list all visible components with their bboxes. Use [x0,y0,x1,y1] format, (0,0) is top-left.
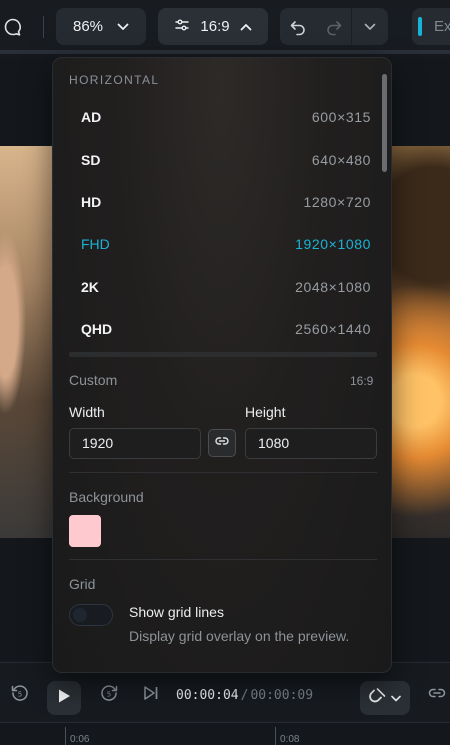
chevron-down-icon [391,689,401,707]
aspect-ratio-panel: HORIZONTAL AD 600×315 SD 640×480 HD 1280… [52,57,392,673]
rewind-icon[interactable]: 5 [10,683,30,703]
grid-toggle[interactable] [69,604,113,626]
chevron-down-icon [117,18,129,35]
ruler-tick: 0:08 [275,727,299,745]
preset-name: SD [81,152,101,168]
lock-aspect-button[interactable] [208,429,236,457]
divider [69,559,377,560]
grid-label: Grid [69,576,96,592]
link-icon [215,434,229,453]
undo-icon[interactable] [280,8,316,45]
svg-text:5: 5 [18,691,22,699]
preset-dimensions: 640×480 [311,152,371,168]
section-header-horizontal: HORIZONTAL [69,73,160,87]
grid-toggle-label: Show grid lines [129,604,224,620]
preset-sd[interactable]: SD 640×480 [69,142,371,178]
preset-name: 2K [81,279,99,295]
panel-scrollbar[interactable] [382,74,387,172]
snap-dropdown[interactable] [360,681,410,715]
preset-name: AD [81,109,102,125]
preset-name: FHD [81,236,110,252]
aspect-ratio-value: 16:9 [200,18,230,35]
top-toolbar: 86% 16:9 Ex [0,0,450,54]
grid-toggle-description: Display grid overlay on the preview. [129,628,350,644]
svg-text:5: 5 [107,691,111,699]
history-chevron-down-icon[interactable] [352,8,388,45]
total-time: 00:00:09 [250,688,314,703]
link-icon[interactable] [427,683,447,703]
divider [69,472,377,473]
background-color-swatch[interactable] [69,515,101,547]
preset-dimensions: 1280×720 [303,194,371,210]
background-label: Background [69,489,144,505]
export-label: Ex [434,18,450,35]
play-button[interactable] [47,681,81,715]
zoom-value: 86% [72,18,104,35]
history-group [280,8,388,45]
preset-fhd[interactable]: FHD 1920×1080 [69,226,371,262]
preset-dimensions: 1920×1080 [295,236,371,252]
preset-dimensions: 2048×1080 [295,279,371,295]
timeline-ruler[interactable]: 0:06 0:08 [0,722,450,745]
preset-name: QHD [81,321,113,337]
current-time: 00:00:04 [176,688,239,703]
preset-name: HD [81,194,102,210]
zoom-dropdown[interactable]: 86% [56,8,146,45]
aspect-ratio-dropdown[interactable]: 16:9 [158,8,268,45]
preview-image-right [392,146,450,538]
export-button[interactable]: Ex [412,8,450,45]
presets-divider [69,352,377,357]
preset-ad[interactable]: AD 600×315 [69,99,371,135]
width-input[interactable]: 1920 [69,428,201,459]
preview-image-left [0,146,54,538]
ruler-tick: 0:06 [65,727,89,745]
preset-dimensions: 600×315 [311,109,371,125]
height-input[interactable]: 1080 [245,428,377,459]
forward-icon[interactable]: 5 [99,683,119,703]
chevron-up-icon [240,18,252,35]
custom-ratio-value: 16:9 [350,374,374,388]
play-icon [57,688,71,709]
height-label: Height [245,404,286,420]
redo-icon[interactable] [316,8,352,45]
comment-icon[interactable] [2,16,24,38]
time-separator: / [240,688,249,703]
custom-label: Custom [69,372,118,388]
width-label: Width [69,404,105,420]
preset-dimensions: 2560×1440 [295,321,371,337]
preset-2k[interactable]: 2K 2048×1080 [69,269,371,305]
sliders-icon [174,17,190,37]
preset-hd[interactable]: HD 1280×720 [69,184,371,220]
timecode: 00:00:04/00:00:09 [176,688,313,703]
preset-qhd[interactable]: QHD 2560×1440 [69,311,371,347]
toolbar-divider [43,16,44,38]
skip-to-end-icon[interactable] [141,683,161,703]
magnet-icon [369,687,387,710]
